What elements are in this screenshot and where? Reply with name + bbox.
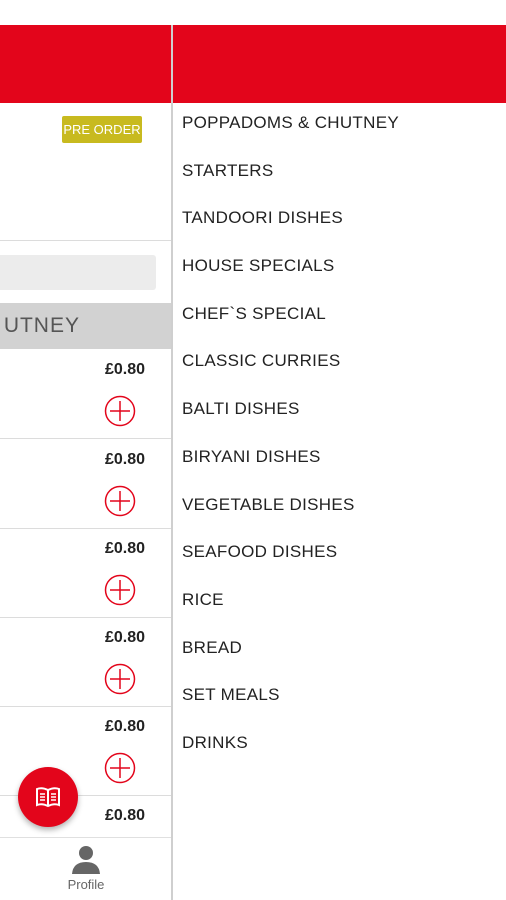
category-item[interactable]: POPPADOMS & CHUTNEY	[182, 113, 399, 161]
status-bar	[0, 0, 506, 25]
menu-item-row: £0.80	[0, 617, 172, 707]
nav-profile[interactable]: Profile	[58, 844, 114, 892]
search-input[interactable]	[0, 255, 156, 290]
item-price: £0.80	[104, 807, 145, 824]
app-header	[0, 25, 506, 103]
category-item[interactable]: CHEF`S SPECIAL	[182, 304, 399, 352]
category-drawer: POPPADOMS & CHUTNEY STARTERS TANDOORI DI…	[173, 103, 506, 900]
category-item[interactable]: BIRYANI DISHES	[182, 447, 399, 495]
divider	[0, 240, 172, 241]
category-title: UTNEY	[3, 314, 80, 337]
bottom-navigation: Profile	[0, 837, 172, 900]
category-item[interactable]: BREAD	[182, 638, 399, 686]
item-price: £0.80	[104, 540, 145, 557]
menu-items-pane: PRE ORDER UTNEY £0.80 £0.80 £0.80 £0.80 …	[0, 103, 172, 900]
category-list: POPPADOMS & CHUTNEY STARTERS TANDOORI DI…	[182, 113, 399, 781]
category-item[interactable]: DRINKS	[182, 733, 399, 781]
menu-item-row: £0.80	[0, 439, 172, 529]
category-item[interactable]: SET MEALS	[182, 685, 399, 733]
category-item[interactable]: CLASSIC CURRIES	[182, 351, 399, 399]
category-item[interactable]: BALTI DISHES	[182, 399, 399, 447]
category-item[interactable]: HOUSE SPECIALS	[182, 256, 399, 304]
item-price: £0.80	[104, 718, 145, 735]
nav-profile-label: Profile	[67, 877, 105, 892]
category-item[interactable]: STARTERS	[182, 161, 399, 209]
item-price: £0.80	[104, 451, 145, 468]
add-item-icon[interactable]	[104, 395, 136, 427]
add-item-icon[interactable]	[104, 663, 136, 695]
item-price: £0.80	[104, 629, 145, 646]
menu-book-icon	[36, 787, 60, 808]
add-item-icon[interactable]	[104, 574, 136, 606]
category-item[interactable]: TANDOORI DISHES	[182, 208, 399, 256]
menu-item-row: £0.80	[0, 349, 172, 439]
pre-order-badge: PRE ORDER	[62, 116, 142, 143]
category-item[interactable]: VEGETABLE DISHES	[182, 495, 399, 543]
item-price: £0.80	[104, 361, 145, 378]
person-icon	[72, 846, 100, 874]
menu-fab-button[interactable]	[18, 767, 78, 827]
category-item[interactable]: RICE	[182, 590, 399, 638]
category-item[interactable]: SEAFOOD DISHES	[182, 542, 399, 590]
menu-item-row: £0.80	[0, 528, 172, 618]
add-item-icon[interactable]	[104, 485, 136, 517]
add-item-icon[interactable]	[104, 752, 136, 784]
category-header: UTNEY	[0, 303, 172, 349]
